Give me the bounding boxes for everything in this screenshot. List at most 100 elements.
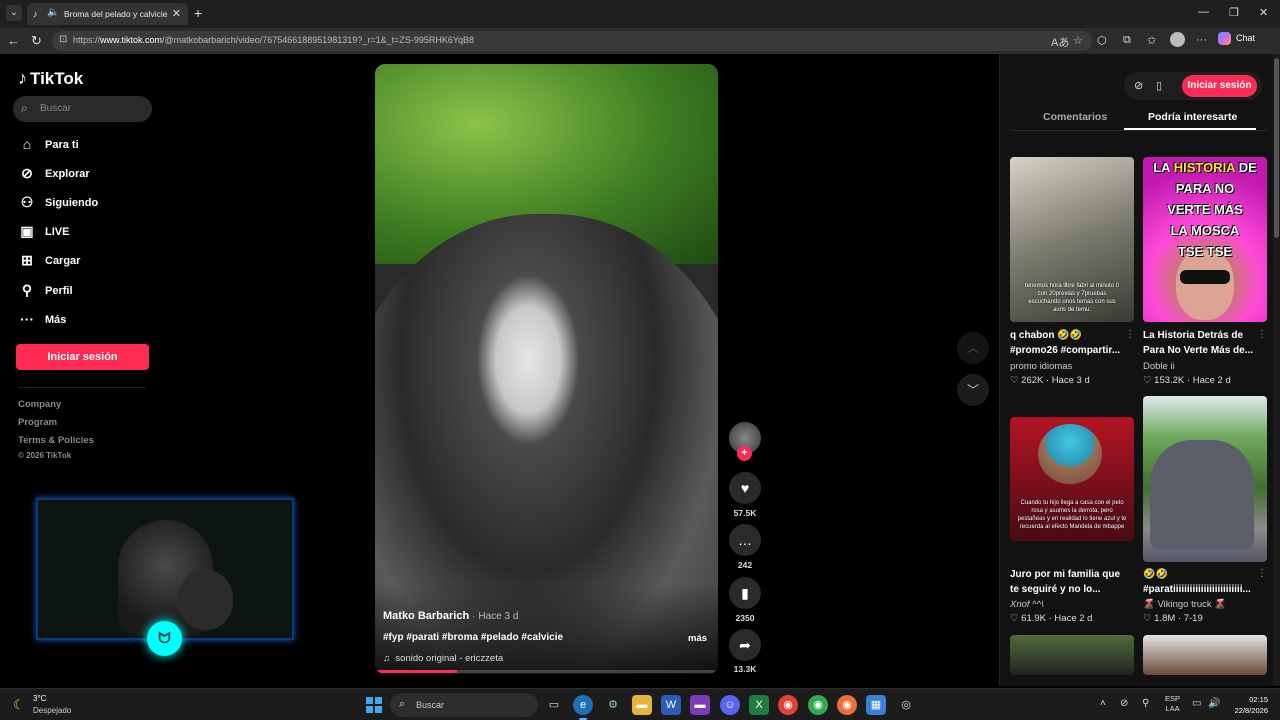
video-progress-bar[interactable] — [375, 670, 718, 673]
language-code: ESP — [1165, 694, 1181, 703]
settings-more-icon[interactable]: ··· — [1196, 34, 1207, 46]
card-4-more-icon[interactable]: ⋮ — [1257, 568, 1267, 579]
card-3-author[interactable]: Xnof ^^\ — [1010, 599, 1044, 610]
start-button[interactable] — [366, 697, 382, 713]
tab-list-button[interactable]: ⌄ — [6, 5, 22, 21]
extensions-icon[interactable]: ⬡ — [1097, 34, 1107, 47]
video-author[interactable]: Matko Barbarich · Hace 3 d — [383, 610, 518, 622]
moon-weather-icon[interactable]: ☾ — [13, 697, 25, 713]
system-clock[interactable]: 02:15 22/8/2026 — [1224, 694, 1268, 716]
sidebar-item-mas[interactable]: ··· Más — [18, 311, 158, 331]
video-player[interactable]: Matko Barbarich · Hace 3 d #fyp #parati … — [375, 64, 718, 674]
compass-icon[interactable]: ⊘ — [1134, 79, 1143, 92]
save-count: 2350 — [735, 613, 755, 623]
sidebar-item-live[interactable]: ▣ LIVE — [18, 223, 158, 243]
favorite-star-icon[interactable]: ☆ — [1073, 34, 1083, 47]
share-button[interactable]: ➦ — [729, 629, 761, 661]
video-sound[interactable]: ♫ sonido original - ericzzeta — [383, 653, 503, 664]
word-icon[interactable]: W — [661, 695, 681, 715]
comment-count: 242 — [737, 560, 753, 570]
address-bar[interactable]: ⊡ https://www.tiktok.com/@matkobarbarich… — [52, 31, 1092, 51]
speaker-icon[interactable]: 🔈 — [47, 7, 59, 18]
sidebar-login-button[interactable]: Iniciar sesión — [16, 344, 149, 370]
previous-video-button[interactable]: ︿ — [957, 332, 989, 364]
task-view-icon[interactable]: ▭ — [544, 695, 564, 715]
weather-status[interactable]: Despejado — [33, 706, 71, 715]
input-language[interactable]: ESP LAA — [1165, 694, 1180, 714]
like-button[interactable]: ♥ — [729, 472, 761, 504]
browser-tab[interactable]: ♪ 🔈 Broma del pelado y calvicie – ✕ — [27, 3, 188, 25]
card-title-line: te seguiré y no lo... — [1010, 584, 1101, 595]
profile-avatar[interactable] — [1170, 32, 1185, 47]
edge-browser-icon[interactable]: e — [573, 695, 593, 720]
sidebar-item-explorar[interactable]: ⊘ Explorar — [18, 165, 158, 185]
site-info-icon[interactable]: ⊡ — [59, 34, 67, 45]
taskbar-search-input[interactable]: ⌕ Buscar — [390, 693, 538, 717]
favorites-icon[interactable]: ✩ — [1147, 34, 1156, 47]
obs-recording-icon[interactable]: ◎ — [896, 695, 916, 715]
card-title-line: 🤣🤣 — [1143, 569, 1168, 580]
copilot-chat-button[interactable]: Chat — [1218, 32, 1255, 45]
footer-link-terms[interactable]: Terms & Policies — [18, 435, 94, 446]
microphone-icon[interactable]: ⚲ — [1142, 698, 1149, 709]
discord-icon[interactable]: ☺ — [720, 695, 740, 715]
maximize-icon[interactable]: ❐ — [1229, 6, 1239, 19]
chrome-icon[interactable]: ◉ — [778, 695, 798, 715]
settings-gear-icon[interactable]: ⚙ — [603, 695, 623, 715]
bookmark-icon: ▮ — [741, 585, 749, 601]
header-login-button[interactable]: Iniciar sesión — [1182, 75, 1257, 97]
split-screen-icon[interactable]: ⧉ — [1123, 34, 1131, 47]
back-icon[interactable]: ← — [7, 33, 20, 48]
translate-icon[interactable]: Aあ — [1051, 34, 1069, 50]
video-more-button[interactable]: más — [688, 633, 707, 644]
close-tab-icon[interactable]: ✕ — [172, 7, 181, 20]
card-4-title[interactable]: 🤣🤣 #paratiiiiiiiiiiiiiiiiiiiiiiiii... — [1143, 567, 1267, 597]
card-2-author[interactable]: Doble ii — [1143, 361, 1175, 372]
chrome-profile-3-icon[interactable]: ◉ — [837, 695, 857, 715]
display-icon[interactable]: ▭ — [1192, 698, 1201, 709]
next-video-button[interactable]: ﹀ — [957, 374, 989, 406]
card-1-author[interactable]: promo idiomas — [1010, 361, 1072, 372]
recommended-thumbnail-5[interactable] — [1010, 635, 1134, 675]
new-tab-button[interactable]: + — [194, 5, 202, 21]
reload-icon[interactable]: ↻ — [31, 33, 42, 49]
file-explorer-icon[interactable]: ▬ — [632, 695, 652, 715]
sidebar-item-label: LIVE — [45, 226, 70, 238]
card-4-author[interactable]: 🌋 Vikingo truck 🌋 — [1143, 599, 1226, 610]
footer-link-program[interactable]: Program — [18, 417, 57, 428]
card-1-more-icon[interactable]: ⋮ — [1125, 329, 1135, 340]
sidebar-search-input[interactable]: ⌕ Buscar — [13, 96, 152, 122]
sidebar-item-cargar[interactable]: ⊞ Cargar — [18, 252, 158, 272]
card-2-more-icon[interactable]: ⋮ — [1257, 329, 1267, 340]
minimize-icon[interactable]: — — [1198, 6, 1209, 18]
store-icon[interactable]: ▦ — [866, 695, 886, 715]
tab-comentarios[interactable]: Comentarios — [1043, 111, 1107, 123]
chrome-profile-2-icon[interactable]: ◉ — [808, 695, 828, 715]
card-3-title[interactable]: Juro por mi familia que te seguiré y no l… — [1010, 567, 1134, 597]
close-window-icon[interactable]: ✕ — [1259, 6, 1268, 19]
scrollbar-thumb[interactable] — [1274, 58, 1279, 238]
sidebar-item-perfil[interactable]: ⚲ Perfil — [18, 282, 158, 302]
card-2-title[interactable]: La Historia Detrás de Para No Verte Más d… — [1143, 328, 1267, 358]
tray-chevron-up-icon[interactable]: ˄ — [1100, 698, 1106, 709]
mobile-app-icon[interactable]: ▯ — [1156, 79, 1162, 92]
volume-icon[interactable]: 🔊 — [1208, 698, 1220, 709]
sidebar-item-siguiendo[interactable]: ⚇ Siguiendo — [18, 194, 158, 214]
excel-icon[interactable]: X — [749, 695, 769, 715]
app-purple-icon[interactable]: ▬ — [690, 695, 710, 715]
browser-chrome: ⌄ ♪ 🔈 Broma del pelado y calvicie – ✕ + … — [0, 0, 1280, 54]
video-hashtags[interactable]: #fyp #parati #broma #pelado #calvicie — [383, 632, 563, 643]
footer-link-company[interactable]: Company — [18, 399, 61, 410]
tiktok-logo[interactable]: ♪ TikTok — [18, 68, 83, 89]
sidebar-item-para-ti[interactable]: ⌂ Para ti — [18, 136, 158, 156]
network-off-icon[interactable]: ⊘ — [1120, 698, 1128, 709]
follow-plus-icon[interactable]: + — [737, 446, 752, 461]
weather-temperature[interactable]: 3°C — [33, 694, 46, 703]
comment-button[interactable]: … — [729, 524, 761, 556]
card-1-title[interactable]: q chabon 🤣🤣 #promo26 #compartir... — [1010, 328, 1134, 358]
save-button[interactable]: ▮ — [729, 577, 761, 609]
recommended-thumbnail-6[interactable] — [1143, 635, 1267, 675]
right-panel-scrollbar[interactable] — [1273, 54, 1280, 686]
tab-podria-interesarte[interactable]: Podría interesarte — [1148, 111, 1237, 123]
browser-toolbar: ← ↻ ⊡ https://www.tiktok.com/@matkobarba… — [0, 28, 1280, 54]
